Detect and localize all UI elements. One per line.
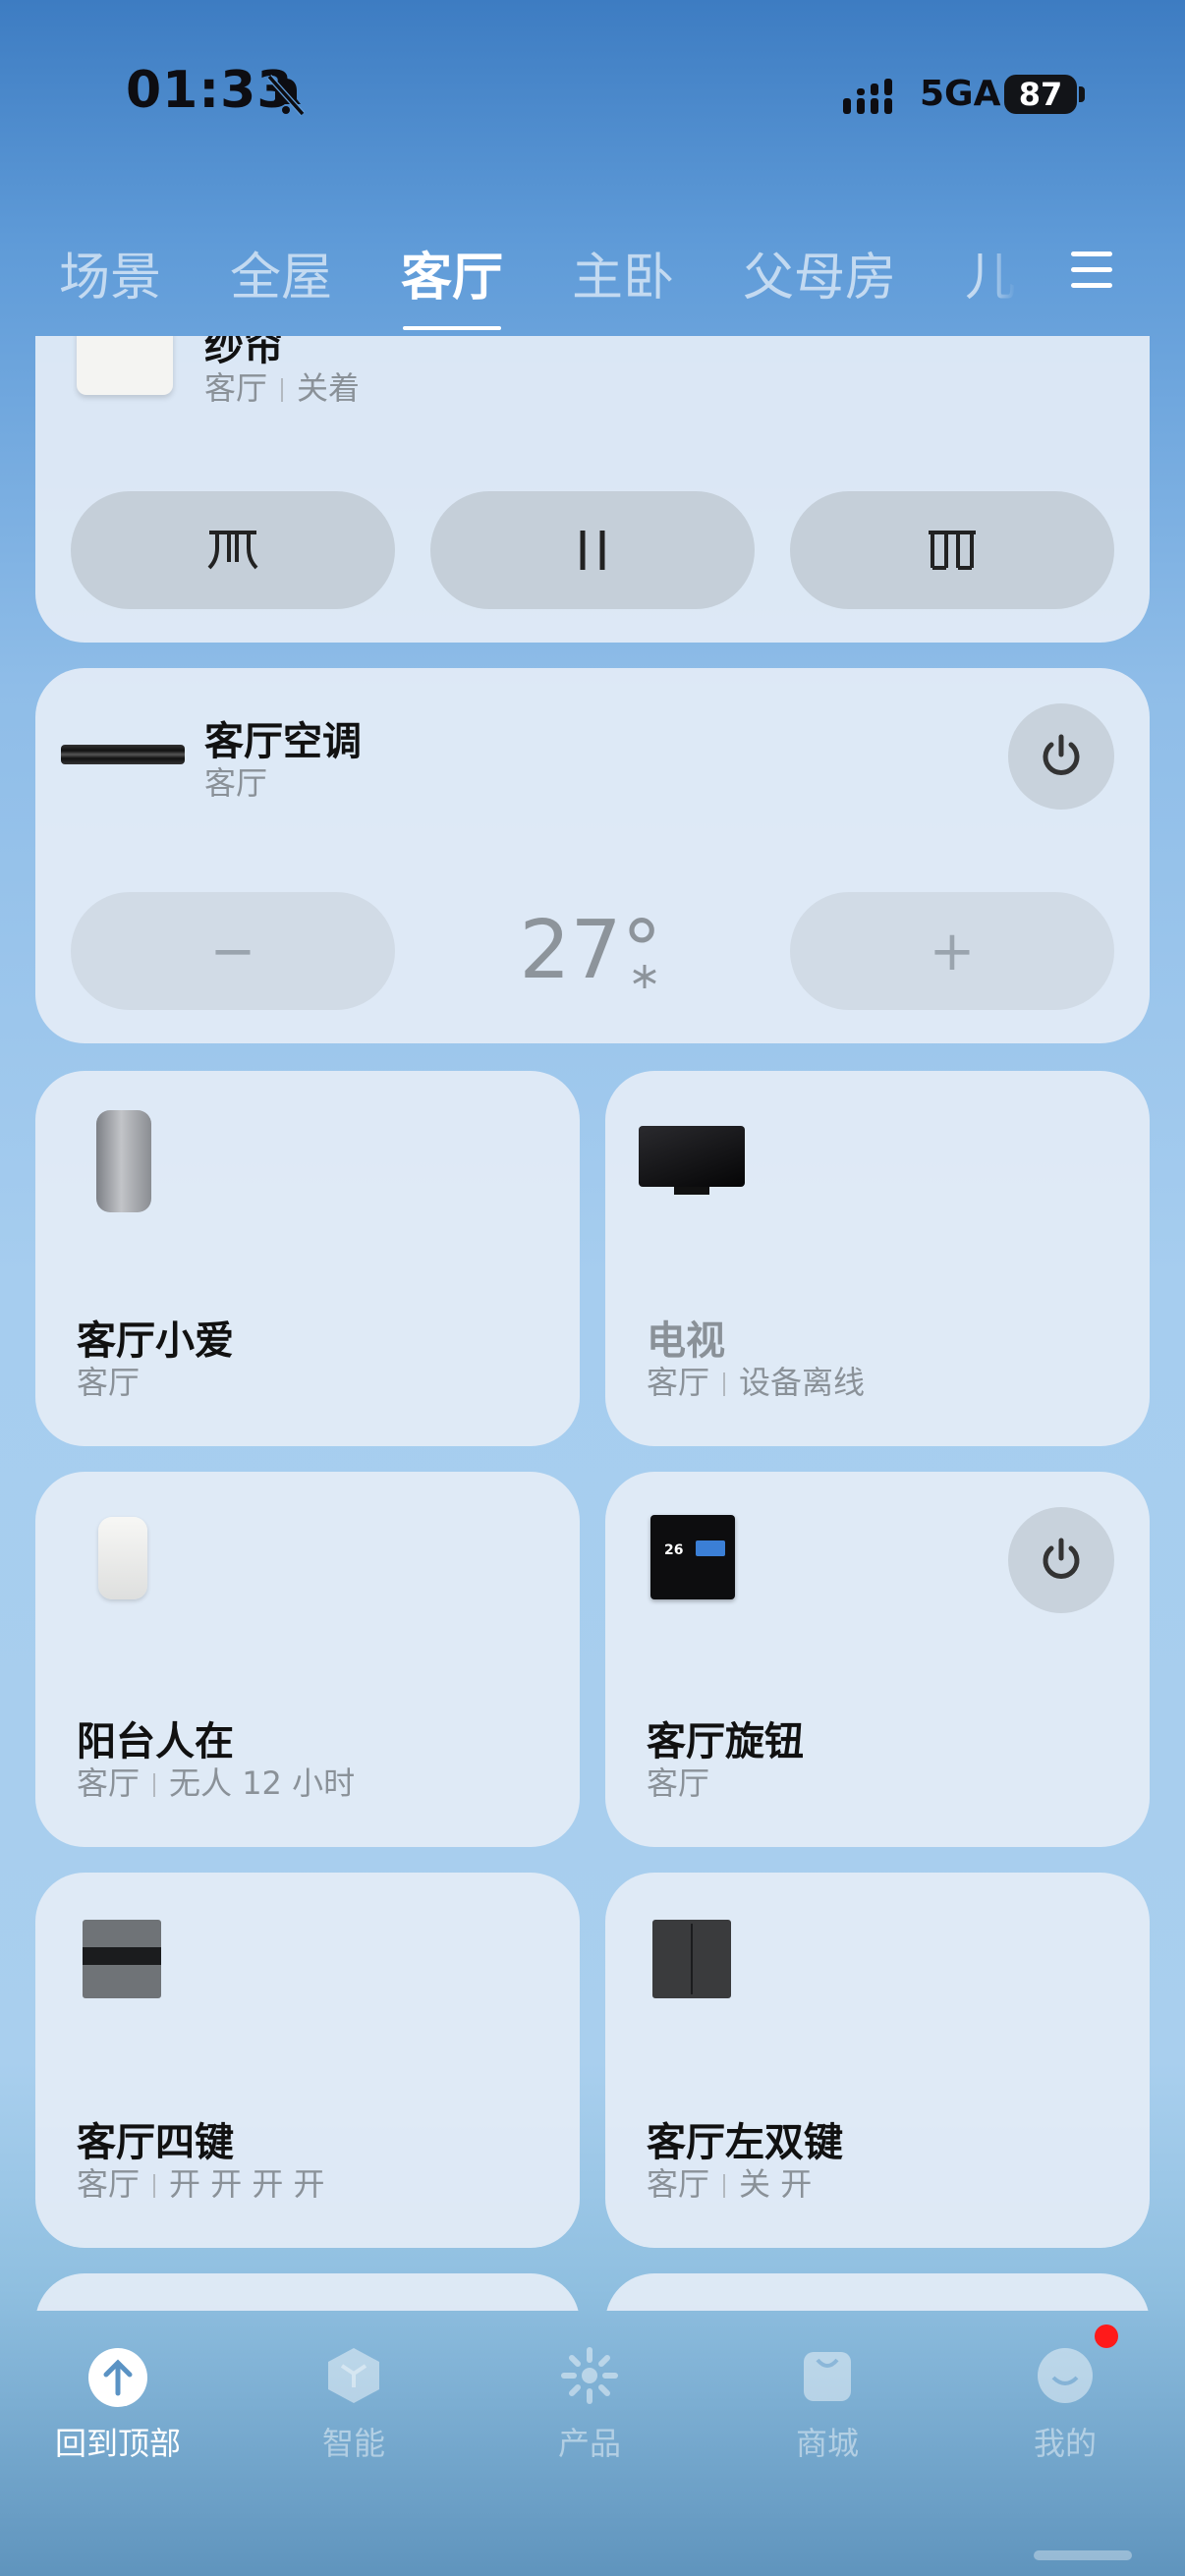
device-status: 客厅 设备离线 [647, 1364, 866, 1401]
ac-power-button[interactable] [1008, 703, 1114, 810]
tab-kids-room[interactable]: 儿 [965, 236, 1016, 309]
device-card-partial[interactable] [605, 2273, 1150, 2311]
network-type: 5GA [920, 74, 1001, 114]
device-card-xiaoai[interactable]: 客厅小爱 客厅 [35, 1071, 580, 1446]
active-tab-indicator [403, 326, 501, 330]
face-icon [1038, 2348, 1093, 2403]
tab-master-bedroom[interactable]: 主卧 [572, 236, 674, 309]
nav-label: 商城 [795, 2425, 859, 2462]
smart-speaker-image [96, 1110, 151, 1212]
cube-icon [328, 2348, 379, 2403]
arrow-up-icon [88, 2348, 147, 2407]
page-dots [1034, 2550, 1132, 2560]
signal-icon [843, 79, 892, 114]
device-card-knob[interactable]: 26 客厅旋钮 客厅 [605, 1472, 1150, 1847]
four-key-switch-image [83, 1920, 161, 1998]
tab-scene[interactable]: 场景 [59, 236, 161, 309]
presence-sensor-image [98, 1517, 147, 1599]
ac-temp-decrease-button[interactable]: − [71, 892, 395, 1010]
bottom-nav: 回到顶部 智能 产品 商城 我的 [0, 2311, 1185, 2576]
nav-label: 我的 [1033, 2425, 1097, 2462]
device-status: 客厅关 开 [647, 2165, 813, 2203]
ac-temp-increase-button[interactable]: + [790, 892, 1114, 1010]
device-card-left-double-key[interactable]: 客厅左双键 客厅关 开 [605, 1873, 1150, 2248]
menu-icon[interactable] [1071, 252, 1112, 289]
pause-icon [580, 531, 605, 570]
device-card-partial[interactable] [35, 2273, 580, 2311]
knob-panel-image: 26 [650, 1515, 735, 1599]
device-status: 客厅开 开 开 开 [77, 2165, 325, 2203]
nav-label: 回到顶部 [54, 2425, 181, 2462]
bell-muted-icon [266, 74, 306, 117]
tab-parents-room[interactable]: 父母房 [743, 236, 896, 309]
snowflake-icon [633, 965, 656, 988]
bag-icon [804, 2352, 851, 2401]
curtain-close-icon [929, 531, 976, 570]
notification-badge [1095, 2324, 1118, 2348]
room-tabs: 场景 全屋 客厅 主卧 父母房 儿 [0, 236, 1185, 314]
curtain-open-icon [207, 531, 258, 570]
curtain-card[interactable]: 纱帘 客厅 关着 [35, 336, 1150, 643]
device-list[interactable]: 纱帘 客厅 关着 客厅空调 客厅 − 27° + 客厅小爱 客厅 电视 客厅 设… [0, 336, 1185, 2311]
power-icon [1043, 1538, 1080, 1579]
battery-tip [1079, 86, 1085, 102]
curtain-open-button[interactable] [71, 491, 395, 609]
nav-label: 产品 [557, 2425, 621, 2462]
plus-icon: + [929, 919, 976, 983]
sparkle-icon [561, 2347, 618, 2404]
curtain-close-button[interactable] [790, 491, 1114, 609]
curtain-status: 客厅 关着 [204, 369, 361, 407]
minus-icon: − [209, 919, 256, 983]
device-status: 客厅 无人 12 小时 [77, 1764, 356, 1802]
knob-power-button[interactable] [1008, 1507, 1114, 1613]
ac-room: 客厅 [204, 764, 268, 802]
tv-stand [674, 1187, 709, 1195]
tab-whole-house[interactable]: 全屋 [230, 236, 332, 309]
device-card-four-key[interactable]: 客厅四键 客厅开 开 开 开 [35, 1873, 580, 2248]
device-room: 客厅 [77, 1364, 141, 1401]
curtain-device-image [77, 336, 173, 395]
ac-device-image [61, 745, 185, 764]
device-room: 客厅 [647, 1764, 710, 1802]
device-card-presence-sensor[interactable]: 阳台人在 客厅 无人 12 小时 [35, 1472, 580, 1847]
tv-image [639, 1126, 745, 1187]
double-key-switch-image [652, 1920, 731, 1998]
curtain-pause-button[interactable] [430, 491, 755, 609]
tab-living-room[interactable]: 客厅 [401, 236, 503, 309]
nav-label: 智能 [321, 2425, 385, 2462]
power-icon [1043, 734, 1080, 775]
device-card-tv[interactable]: 电视 客厅 设备离线 [605, 1071, 1150, 1446]
ac-card[interactable]: 客厅空调 客厅 − 27° + [35, 668, 1150, 1043]
battery-level: 87 [1004, 75, 1077, 114]
